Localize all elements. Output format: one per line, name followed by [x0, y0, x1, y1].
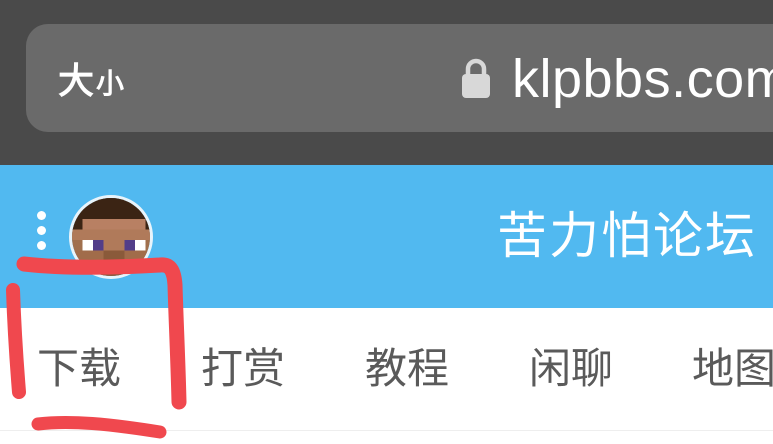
avatar[interactable]	[69, 195, 153, 279]
nav-item-download[interactable]: 下载	[37, 339, 121, 399]
nav-item-reward[interactable]: 打赏	[201, 339, 285, 399]
site-title: 苦力怕论坛	[497, 207, 757, 265]
nav-item-map[interactable]: 地图	[692, 339, 773, 399]
url-text[interactable]: klpbbs.com	[512, 48, 773, 110]
nav-item-tutorial[interactable]: 教程	[365, 339, 449, 399]
nav-item-chat[interactable]: 闲聊	[529, 339, 613, 399]
text-size-large-label: 大	[58, 61, 95, 102]
text-size-small-label: 小	[96, 67, 125, 100]
text-size-button[interactable]: 大 小	[58, 58, 124, 102]
more-vertical-icon[interactable]	[36, 211, 48, 251]
nav-divider	[0, 430, 773, 431]
lock-icon	[462, 58, 490, 98]
